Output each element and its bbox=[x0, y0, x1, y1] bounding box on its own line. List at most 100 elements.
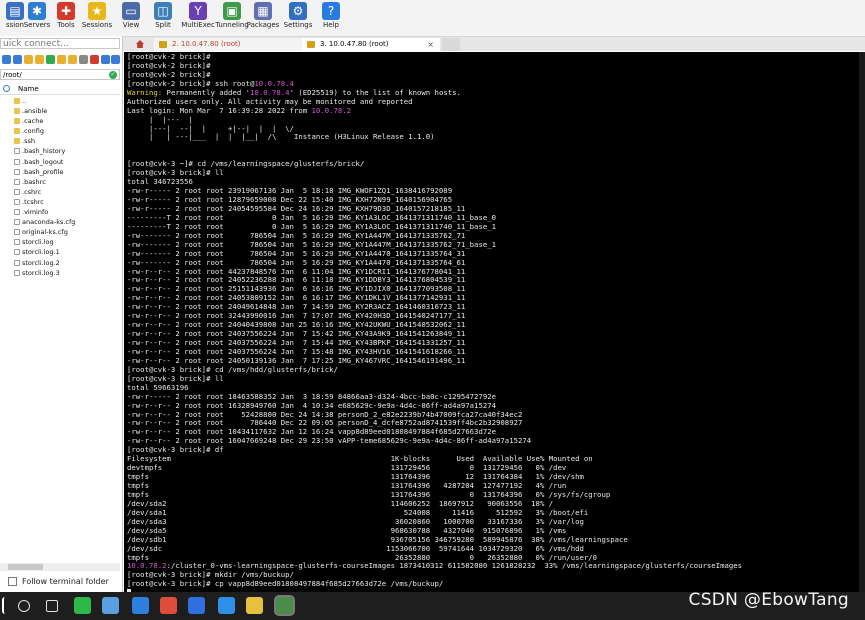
terminal-text: total 59663196 bbox=[127, 383, 189, 392]
mobaxterm-icon[interactable] bbox=[274, 595, 295, 616]
terminal-text: Authorized users only. All activity may … bbox=[127, 97, 413, 106]
new-file-icon[interactable] bbox=[57, 55, 66, 64]
terminal-line: 10.0.78.2:/cluster_0-vms-learningspace-g… bbox=[127, 562, 865, 571]
sessions-star-icon: ★ bbox=[88, 2, 106, 20]
home-tab[interactable] bbox=[136, 38, 144, 51]
terminal-text: [root@cvk-3 brick]# df bbox=[127, 446, 224, 455]
open-icon[interactable] bbox=[68, 55, 77, 64]
folder-up-icon[interactable] bbox=[24, 55, 33, 64]
file-name: .bash_profile bbox=[22, 167, 64, 176]
terminal-line: -rw-r----- 2 root root 18463588352 Jan 3… bbox=[127, 393, 865, 402]
new-tab-button[interactable] bbox=[442, 38, 460, 51]
sidebar-toolbar bbox=[0, 54, 122, 66]
refresh-icon[interactable] bbox=[46, 55, 55, 64]
terminal-scrollbar[interactable] bbox=[859, 52, 865, 592]
terminal-line: [root@cvk-3 brick]# cp vapp8d89eed018084… bbox=[127, 580, 865, 589]
properties-icon[interactable] bbox=[101, 55, 110, 64]
name-column-header[interactable]: Name bbox=[18, 84, 39, 94]
terminal-text: -rw------- 2 root root 786504 Jan 5 16:2… bbox=[127, 240, 497, 249]
file-name: original-ks.cfg bbox=[22, 228, 68, 237]
terminal-text: Filesystem 1K-blocks Used Available Use%… bbox=[127, 455, 593, 464]
terminal-output[interactable]: [root@cvk-2 brick]# [root@cvk-2 brick]# [r… bbox=[124, 52, 865, 592]
terminal-line: ---------T 2 root root 0 Jan 5 16:29 IMG… bbox=[127, 214, 865, 223]
tab-bar: 2. 10.0.47.80 (root) 3. 10.0.47.80 (root… bbox=[122, 37, 865, 51]
sort-icon[interactable] bbox=[3, 85, 10, 92]
terminal-text: | | ---|___ | | |__| /\ Instance (H3Linu… bbox=[127, 133, 435, 142]
follow-checkbox[interactable] bbox=[8, 577, 17, 586]
terminal-text: ---------T 2 root root 0 Jan 5 16:29 IMG… bbox=[127, 222, 497, 231]
follow-terminal-folder-option[interactable]: Follow terminal folder bbox=[8, 577, 109, 587]
upload-icon[interactable] bbox=[2, 55, 11, 64]
terminal-text: /dev/sdb1 936705156 346759280 589945876 … bbox=[127, 535, 628, 544]
file-list-item[interactable]: .bashrc bbox=[0, 177, 120, 187]
file-list-item[interactable]: .bash_history bbox=[0, 146, 120, 156]
new-folder-icon[interactable] bbox=[35, 55, 44, 64]
delete-icon[interactable] bbox=[90, 55, 99, 64]
terminal-line: -rw-r--r-- 2 root root 24049614848 Jan 7… bbox=[127, 303, 865, 312]
path-input[interactable]: /root/ ✓ bbox=[0, 69, 120, 80]
path-text: /root/ bbox=[3, 71, 22, 79]
network-icon[interactable] bbox=[102, 597, 119, 614]
terminal-line: -rw-r----- 2 root root 23919067136 Jan 5… bbox=[127, 187, 865, 196]
file-list-item[interactable]: .bash_logout bbox=[0, 157, 120, 167]
settings-gear-icon: ⚙ bbox=[289, 2, 307, 20]
terminal-line: -rw-r--r-- 2 root root 24050139136 Jan 7… bbox=[127, 357, 865, 366]
terminal-text: /dev/sda5 968630788 4327040 915076896 1%… bbox=[127, 526, 567, 535]
file-list-item[interactable]: storcli.log.3 bbox=[0, 268, 120, 278]
info-icon[interactable] bbox=[111, 55, 120, 64]
chat-icon[interactable] bbox=[218, 597, 235, 614]
search-icon[interactable] bbox=[18, 600, 30, 612]
task-view-icon[interactable] bbox=[46, 600, 58, 612]
quick-connect-input[interactable]: uick connect... bbox=[0, 38, 120, 49]
terminal-text: Permanently added ' bbox=[162, 88, 251, 97]
file-list-item[interactable]: .. bbox=[0, 96, 120, 106]
file-list-item[interactable]: storcli.log.1 bbox=[0, 247, 120, 257]
terminal-text: tmpfs 131764396 4287204 127477192 4% /ru… bbox=[127, 482, 567, 490]
windows-start-icon[interactable] bbox=[2, 597, 8, 614]
horizontal-scrollbar[interactable] bbox=[0, 563, 120, 571]
toolbar-help-button[interactable]: ? Help bbox=[308, 2, 354, 29]
terminal-text: -rw-r--r-- 2 root root 44237848576 Jan 6… bbox=[127, 267, 466, 276]
terminal-text: ' (ED25519) to the list of known hosts. bbox=[289, 88, 461, 97]
terminal-line: tmpfs 131764396 0 131764396 0% /sys/fs/c… bbox=[127, 491, 865, 500]
terminal-text: Warning: bbox=[127, 88, 163, 97]
app-k-icon[interactable] bbox=[132, 597, 149, 614]
close-tab-icon[interactable]: × bbox=[427, 38, 434, 51]
file-list-item[interactable]: original-ks.cfg bbox=[0, 227, 120, 237]
feishu-icon[interactable] bbox=[188, 597, 205, 614]
file-list-item[interactable]: .bash_profile bbox=[0, 167, 120, 177]
terminal-line: | |--- | bbox=[127, 116, 865, 125]
file-explorer-icon[interactable] bbox=[246, 597, 263, 614]
terminal-line: tmpfs 131764396 4287204 127477192 4% /ru… bbox=[127, 482, 865, 491]
home-icon bbox=[136, 40, 144, 48]
file-list-item[interactable]: storcli.log bbox=[0, 237, 120, 247]
terminal-text: -rw-r--r-- 2 root root 24037556224 Jan 7… bbox=[127, 347, 466, 356]
file-list-item[interactable]: .config bbox=[0, 126, 120, 136]
edit-icon[interactable] bbox=[79, 55, 88, 64]
terminal-tab-icon bbox=[159, 41, 167, 48]
file-list-item[interactable]: .ansible bbox=[0, 106, 120, 116]
file-list-header: Name bbox=[0, 84, 120, 95]
terminal-text: [root@cvk-2 brick]# bbox=[127, 70, 211, 79]
terminal-text: -rw-r--r-- 2 root root 24053809152 Jan 6… bbox=[127, 294, 466, 303]
file-list-item[interactable]: .cache bbox=[0, 116, 120, 126]
file-list-item[interactable]: storcli.log.2 bbox=[0, 258, 120, 268]
chrome-icon[interactable] bbox=[160, 597, 177, 614]
wechat-icon[interactable] bbox=[74, 597, 91, 614]
file-list-item[interactable]: .viminfo bbox=[0, 207, 120, 217]
tab-session-3[interactable]: 3. 10.0.47.80 (root) × bbox=[302, 38, 440, 51]
file-name: anaconda-ks.cfg bbox=[22, 218, 76, 227]
scrollbar-thumb[interactable] bbox=[8, 564, 43, 570]
terminal-text: -rw-r----- 2 root root 12879659008 Dec 2… bbox=[127, 196, 453, 204]
file-list-item[interactable]: anaconda-ks.cfg bbox=[0, 217, 120, 227]
file-list-item[interactable]: .tcshrc bbox=[0, 197, 120, 207]
terminal-text: -rw-r--r-- 2 root root 16047669248 Dec 2… bbox=[127, 437, 532, 446]
file-list-item[interactable]: .ssh bbox=[0, 136, 120, 146]
file-list-item[interactable]: .cshrc bbox=[0, 187, 120, 197]
path-ok-icon[interactable]: ✓ bbox=[109, 71, 117, 79]
terminal-text: [root@cvk-2 brick]# ssh root@ bbox=[127, 79, 255, 88]
terminal-line: [root@cvk-2 brick]# bbox=[127, 71, 865, 80]
download-icon[interactable] bbox=[13, 55, 22, 64]
tab-session-2[interactable]: 2. 10.0.47.80 (root) bbox=[154, 38, 302, 51]
